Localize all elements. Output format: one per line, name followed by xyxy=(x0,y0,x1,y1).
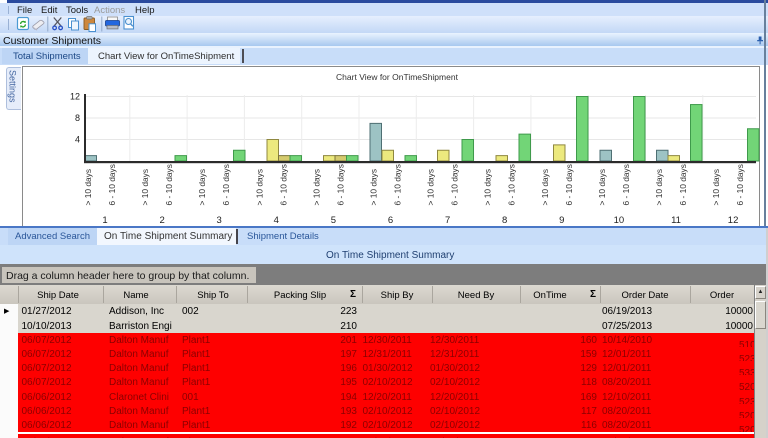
svg-text:6 - 10 days: 6 - 10 days xyxy=(221,164,231,205)
svg-text:2: 2 xyxy=(159,215,164,226)
svg-text:6 - 10 days: 6 - 10 days xyxy=(278,164,288,205)
svg-text:6 - 10 days: 6 - 10 days xyxy=(678,164,688,205)
svg-text:6 - 10 days: 6 - 10 days xyxy=(393,164,403,205)
svg-text:11: 11 xyxy=(671,215,681,226)
svg-text:6 - 10 days: 6 - 10 days xyxy=(507,164,517,205)
svg-text:> 10 days: > 10 days xyxy=(369,169,379,206)
svg-text:8: 8 xyxy=(75,113,80,123)
svg-text:> 10 days: > 10 days xyxy=(540,169,550,206)
svg-text:> 10 days: > 10 days xyxy=(140,169,150,206)
svg-text:Chart View for OnTimeShipment: Chart View for OnTimeShipment xyxy=(336,72,459,82)
svg-text:6 - 10 days: 6 - 10 days xyxy=(107,164,117,205)
svg-text:6: 6 xyxy=(388,215,393,226)
svg-text:6 - 10 days: 6 - 10 days xyxy=(621,164,631,205)
svg-text:> 10 days: > 10 days xyxy=(254,169,264,206)
svg-text:12: 12 xyxy=(728,215,739,226)
svg-text:9: 9 xyxy=(559,215,564,226)
svg-text:> 10 days: > 10 days xyxy=(311,169,321,206)
svg-text:7: 7 xyxy=(445,215,450,226)
svg-text:6 - 10 days: 6 - 10 days xyxy=(564,164,574,205)
svg-text:6 - 10 days: 6 - 10 days xyxy=(735,164,745,205)
svg-text:8: 8 xyxy=(502,215,507,226)
svg-text:> 10 days: > 10 days xyxy=(711,169,721,206)
svg-text:6 - 10 days: 6 - 10 days xyxy=(164,164,174,205)
svg-text:12: 12 xyxy=(70,92,80,102)
svg-text:3: 3 xyxy=(217,215,222,226)
svg-text:> 10 days: > 10 days xyxy=(426,169,436,206)
svg-text:> 10 days: > 10 days xyxy=(197,169,207,206)
svg-text:6 - 10 days: 6 - 10 days xyxy=(450,164,460,205)
svg-text:6 - 10 days: 6 - 10 days xyxy=(335,164,345,205)
svg-text:5: 5 xyxy=(331,215,336,226)
svg-text:4: 4 xyxy=(274,215,279,226)
svg-text:> 10 days: > 10 days xyxy=(83,169,93,206)
svg-text:4: 4 xyxy=(75,135,80,145)
svg-text:> 10 days: > 10 days xyxy=(654,169,664,206)
svg-text:1: 1 xyxy=(102,215,107,226)
svg-text:> 10 days: > 10 days xyxy=(597,169,607,206)
svg-text:10: 10 xyxy=(614,215,625,226)
svg-text:> 10 days: > 10 days xyxy=(483,169,493,206)
